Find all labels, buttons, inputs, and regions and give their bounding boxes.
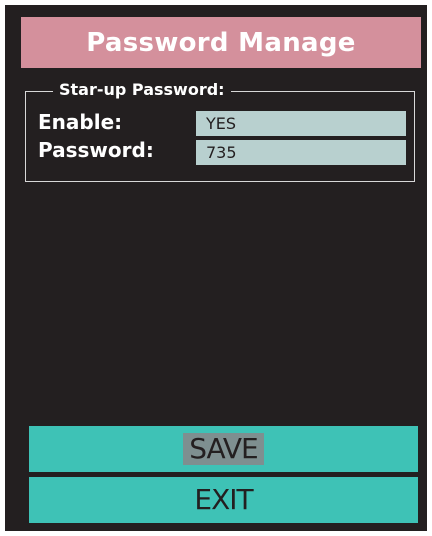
exit-button-label: EXIT [194,483,253,516]
startup-password-legend: Star-up Password: [53,80,231,100]
exit-button[interactable]: EXIT [29,477,418,523]
password-field[interactable]: 735 [196,140,406,165]
enable-label: Enable: [38,110,123,134]
enable-field[interactable]: YES [196,111,406,136]
save-button[interactable]: SAVE [29,426,418,472]
save-button-label: SAVE [183,433,264,465]
startup-password-group [25,91,415,182]
page-title: Password Manage [21,17,421,68]
page-title-text: Password Manage [86,27,356,58]
password-label: Password: [38,138,154,162]
